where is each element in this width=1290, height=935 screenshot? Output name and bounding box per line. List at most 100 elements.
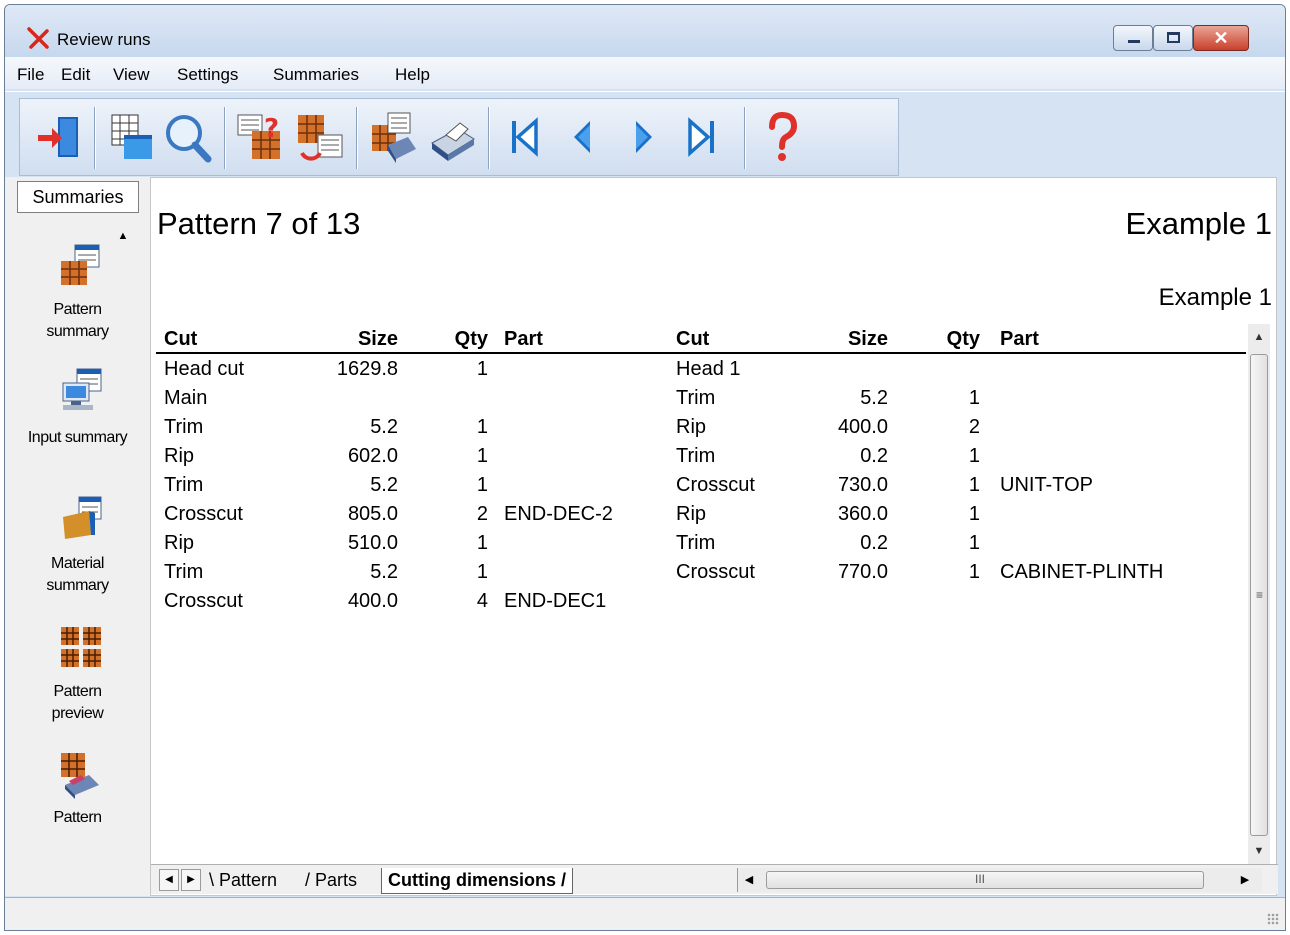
toolbar-separator <box>488 107 490 169</box>
table-row[interactable]: Trim 0.2 1 <box>156 532 1246 561</box>
next-button[interactable] <box>616 109 672 167</box>
print-button[interactable] <box>424 109 480 167</box>
summaries-tab[interactable]: Summaries <box>17 181 139 213</box>
col-header-size[interactable]: Size <box>806 328 888 351</box>
cell-qty: 1 <box>968 474 980 496</box>
col-header-size[interactable]: Size <box>316 328 398 351</box>
menu-view[interactable]: View <box>113 65 150 85</box>
help-button[interactable] <box>754 109 810 167</box>
sidebar-item-label: summary <box>46 577 109 594</box>
cell-size: 770.0 <box>837 561 888 583</box>
first-icon <box>512 117 538 157</box>
cell-cut: Crosscut <box>164 590 243 612</box>
layout-button[interactable] <box>102 109 158 167</box>
scroll-down-button[interactable]: ▼ <box>1248 838 1270 864</box>
pattern-help-icon: ? <box>237 114 280 159</box>
sidebar-item-label: Input summary <box>27 429 128 446</box>
menu-edit[interactable]: Edit <box>61 65 90 85</box>
horizontal-scrollbar[interactable]: ◀ III ▶ <box>737 868 1262 892</box>
menu-settings[interactable]: Settings <box>177 65 238 85</box>
pattern-preview-icon <box>61 627 101 667</box>
pattern-help-button[interactable]: ? <box>232 109 288 167</box>
previous-button[interactable] <box>556 109 612 167</box>
grip-icon: III <box>975 872 986 886</box>
close-button[interactable]: ✕ <box>1193 25 1249 51</box>
horizontal-scroll-thumb[interactable]: III <box>766 871 1204 889</box>
menu-bar: File Edit View Settings Summaries Help <box>5 57 1285 89</box>
grid-header: Cut Size Qty Part Cut Size Qty Part <box>156 324 1246 354</box>
sidebar-item-label: summary <box>46 323 109 340</box>
table-row[interactable]: Rip 360.0 1 <box>156 503 1246 532</box>
scroll-left-button[interactable]: ◀ <box>738 868 760 892</box>
pattern-title: Pattern 7 of 13 <box>157 206 361 241</box>
cell-part: END-DEC1 <box>504 590 607 612</box>
sidebar-item-label: Pattern <box>53 809 102 826</box>
resize-grip-icon[interactable] <box>1267 913 1279 925</box>
first-button[interactable] <box>496 109 552 167</box>
print-preview-icon <box>372 112 416 163</box>
col-header-qty[interactable]: Qty <box>446 328 488 351</box>
summaries-pane: Summaries ▲ Pattern summary Input summar… <box>5 177 150 896</box>
scroll-up-button[interactable]: ▲ <box>1248 324 1270 350</box>
scroll-thumb[interactable]: ≡ <box>1250 354 1268 836</box>
minimize-icon <box>1128 40 1140 43</box>
table-row[interactable]: Trim 0.2 1 <box>156 445 1246 474</box>
next-icon <box>636 121 652 153</box>
help-icon <box>769 111 798 161</box>
sidebar-item-label: Material <box>51 555 104 572</box>
print-preview-button[interactable] <box>364 109 420 167</box>
table-row[interactable]: Crosscut 730.0 1 UNIT-TOP <box>156 474 1246 503</box>
print-icon <box>431 122 475 161</box>
report-view: Pattern 7 of 13 Example 1 Example 1 Cut … <box>150 177 1278 896</box>
input-summary-icon <box>62 368 102 410</box>
table-row[interactable]: Crosscut 770.0 1 CABINET-PLINTH <box>156 561 1246 590</box>
sidebar-item-label: preview <box>51 705 104 722</box>
tab-pattern[interactable]: \ Pattern <box>209 868 277 894</box>
cell-cut: Rip <box>676 503 707 525</box>
cell-cut: Rip <box>676 416 707 438</box>
table-row[interactable]: Crosscut 400.0 4 END-DEC1 <box>156 590 1246 619</box>
cell-part: CABINET-PLINTH <box>1000 561 1164 583</box>
title-bar[interactable]: Review runs ✕ <box>5 5 1285 57</box>
report-subtitle: Example 1 <box>1158 284 1272 311</box>
exit-button[interactable] <box>32 109 88 167</box>
status-bar <box>5 897 1285 930</box>
zoom-button[interactable] <box>160 109 216 167</box>
col-header-part[interactable]: Part <box>504 328 543 351</box>
toolbar-separator <box>94 107 96 169</box>
sidebar-scroll-up-button[interactable]: ▲ <box>113 225 133 247</box>
menu-file[interactable]: File <box>17 65 44 85</box>
cutting-dimensions-grid[interactable]: Cut Size Qty Part Cut Size Qty Part Head… <box>156 324 1248 860</box>
col-header-qty[interactable]: Qty <box>936 328 980 351</box>
cell-qty: 1 <box>968 445 980 467</box>
table-row[interactable]: Head 1 <box>156 358 1246 387</box>
tab-parts[interactable]: / Parts <box>305 868 357 894</box>
table-row[interactable]: Rip 400.0 2 <box>156 416 1246 445</box>
svg-text:?: ? <box>264 114 279 144</box>
sidebar-item-label: Pattern <box>53 301 102 318</box>
previous-icon <box>574 121 590 153</box>
toolbar-separator <box>224 107 226 169</box>
scroll-right-button[interactable]: ▶ <box>1234 868 1256 892</box>
toolbar: ? <box>5 91 1285 177</box>
tab-cutting-dimensions[interactable]: Cutting dimensions / <box>381 868 574 894</box>
tab-label: Cutting dimensions <box>388 870 556 890</box>
cell-qty: 1 <box>968 387 980 409</box>
pattern-refresh-button[interactable] <box>292 109 348 167</box>
col-header-cut[interactable]: Cut <box>676 328 709 351</box>
vertical-scrollbar[interactable]: ▲ ≡ ▼ <box>1248 324 1270 864</box>
toolbar-separator <box>744 107 746 169</box>
col-header-part[interactable]: Part <box>1000 328 1039 351</box>
maximize-button[interactable] <box>1153 25 1193 51</box>
tab-scroll-right-button[interactable]: ▶ <box>181 869 201 891</box>
menu-summaries[interactable]: Summaries <box>273 65 359 85</box>
table-row[interactable]: Trim 5.2 1 <box>156 387 1246 416</box>
tab-scroll-left-button[interactable]: ◀ <box>159 869 179 891</box>
exit-icon <box>38 117 78 157</box>
menu-help[interactable]: Help <box>395 65 430 85</box>
tab-label: Parts <box>315 870 358 890</box>
col-header-cut[interactable]: Cut <box>164 328 197 351</box>
minimize-button[interactable] <box>1113 25 1153 51</box>
cell-cut: Crosscut <box>676 561 755 583</box>
last-button[interactable] <box>676 109 732 167</box>
